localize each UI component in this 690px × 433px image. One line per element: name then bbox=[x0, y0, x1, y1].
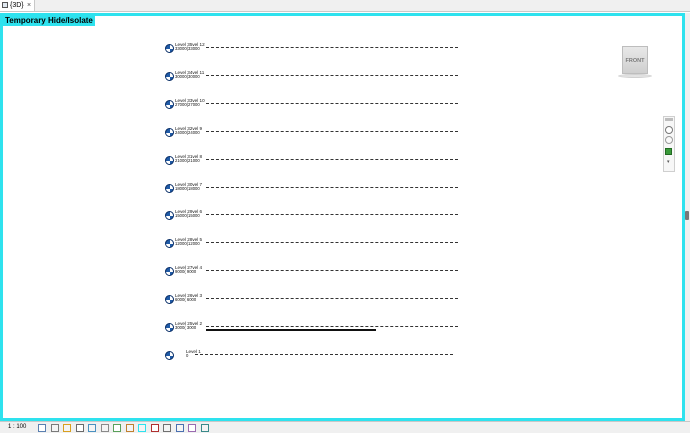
level-head-disc bbox=[165, 128, 174, 137]
level-elevation[interactable]: 3000( 3000 bbox=[175, 325, 196, 330]
view-control-bar: 1 : 100 bbox=[0, 421, 690, 433]
level-elevation[interactable]: 9000( 9000 bbox=[175, 269, 196, 274]
level-elevation[interactable]: 12000(12000 bbox=[175, 241, 200, 246]
level-head-disc bbox=[165, 323, 174, 332]
shadows-icon[interactable] bbox=[75, 424, 84, 432]
analytical-model-icon[interactable] bbox=[175, 424, 184, 432]
reveal-hidden-icon[interactable] bbox=[150, 424, 159, 432]
tab-label: {3D} bbox=[10, 2, 24, 9]
level-head-icon[interactable] bbox=[165, 156, 175, 166]
level-elevation[interactable]: 27000(27000 bbox=[175, 102, 200, 107]
level-elevation[interactable]: 15000(15000 bbox=[175, 213, 200, 218]
temporary-hide-icon[interactable] bbox=[138, 424, 146, 432]
level-head-icon[interactable] bbox=[165, 72, 175, 82]
chevron-down-icon[interactable]: ▾ bbox=[667, 159, 670, 165]
detail-level-icon[interactable] bbox=[38, 424, 46, 432]
sun-path-icon[interactable] bbox=[63, 424, 71, 432]
level-line[interactable] bbox=[195, 354, 453, 355]
navigation-bar: ▾ bbox=[663, 116, 675, 172]
view-scale[interactable]: 1 : 100 bbox=[8, 422, 26, 433]
level-head-icon[interactable] bbox=[165, 239, 175, 249]
reveal-constraints-icon[interactable] bbox=[200, 424, 209, 432]
3d-view-icon bbox=[2, 2, 8, 8]
level-line[interactable] bbox=[206, 298, 458, 299]
level-elevation[interactable]: 21000(21000 bbox=[175, 158, 200, 163]
level-elevation[interactable]: 18000(18000 bbox=[175, 186, 200, 191]
level-head-icon[interactable] bbox=[165, 323, 175, 333]
level-head-disc bbox=[165, 72, 174, 81]
selected-level-line[interactable] bbox=[206, 329, 376, 331]
level-line[interactable] bbox=[206, 214, 458, 215]
level-line[interactable] bbox=[206, 75, 458, 76]
level-head-disc bbox=[165, 295, 174, 304]
zoom-icon[interactable] bbox=[665, 148, 672, 155]
level-line[interactable] bbox=[206, 187, 458, 188]
level-line[interactable] bbox=[206, 270, 458, 271]
level-head-icon[interactable] bbox=[165, 128, 175, 138]
level-head-icon[interactable] bbox=[165, 211, 175, 221]
level-elevation[interactable]: 24000(24000 bbox=[175, 130, 200, 135]
unlock-3d-icon[interactable] bbox=[125, 424, 134, 432]
vertical-scrollbar[interactable] bbox=[685, 13, 690, 421]
steering-wheel-icon[interactable] bbox=[665, 126, 673, 134]
level-line[interactable] bbox=[206, 326, 458, 327]
close-icon[interactable]: × bbox=[27, 0, 31, 11]
level-head-disc bbox=[165, 211, 174, 220]
level-head-icon[interactable] bbox=[165, 44, 175, 54]
level-head-disc bbox=[165, 156, 174, 165]
level-head-disc bbox=[165, 267, 174, 276]
level-line[interactable] bbox=[206, 242, 458, 243]
show-crop-icon[interactable] bbox=[113, 424, 121, 432]
level-elevation[interactable]: 30000(30000 bbox=[175, 74, 200, 79]
level-head-disc bbox=[165, 100, 174, 109]
level-head-disc bbox=[165, 351, 174, 360]
level-head-disc bbox=[165, 184, 174, 193]
level-line[interactable] bbox=[206, 131, 458, 132]
level-head-icon[interactable] bbox=[165, 267, 175, 277]
level-head-disc bbox=[165, 239, 174, 248]
level-head-icon[interactable] bbox=[165, 295, 175, 305]
viewcube-compass-ring[interactable] bbox=[618, 74, 652, 78]
level-line[interactable] bbox=[206, 103, 458, 104]
crop-view-icon[interactable] bbox=[100, 424, 109, 432]
highlight-displacement-icon[interactable] bbox=[188, 424, 196, 432]
navbar-close-icon[interactable] bbox=[665, 118, 673, 121]
worksharing-icon[interactable] bbox=[163, 424, 171, 432]
viewcube-front-face[interactable]: FRONT bbox=[622, 46, 648, 74]
level-elevation[interactable]: 6000( 6000 bbox=[175, 297, 196, 302]
level-head-icon[interactable] bbox=[165, 351, 175, 361]
level-elevation[interactable]: 0 bbox=[186, 353, 188, 358]
render-icon[interactable] bbox=[88, 424, 96, 432]
drawing-viewport[interactable]: Temporary Hide/Isolate Level 35vel 12 330… bbox=[0, 13, 685, 421]
view-tab-bar: {3D} × bbox=[0, 0, 690, 12]
visual-style-icon[interactable] bbox=[50, 424, 59, 432]
level-head-icon[interactable] bbox=[165, 184, 175, 194]
level-head-icon[interactable] bbox=[165, 100, 175, 110]
viewcube[interactable]: FRONT bbox=[618, 46, 652, 86]
orbit-icon[interactable] bbox=[665, 136, 673, 144]
scrollbar-thumb[interactable] bbox=[685, 211, 689, 220]
level-line[interactable] bbox=[206, 159, 458, 160]
tab-3d-view[interactable]: {3D} × bbox=[0, 0, 35, 11]
level-elevation[interactable]: 33000(33000 bbox=[175, 46, 200, 51]
levels-container: Level 35vel 12 33000(33000 Level 34vel 11 3… bbox=[3, 16, 682, 418]
level-line[interactable] bbox=[206, 47, 458, 48]
level-head-disc bbox=[165, 44, 174, 53]
